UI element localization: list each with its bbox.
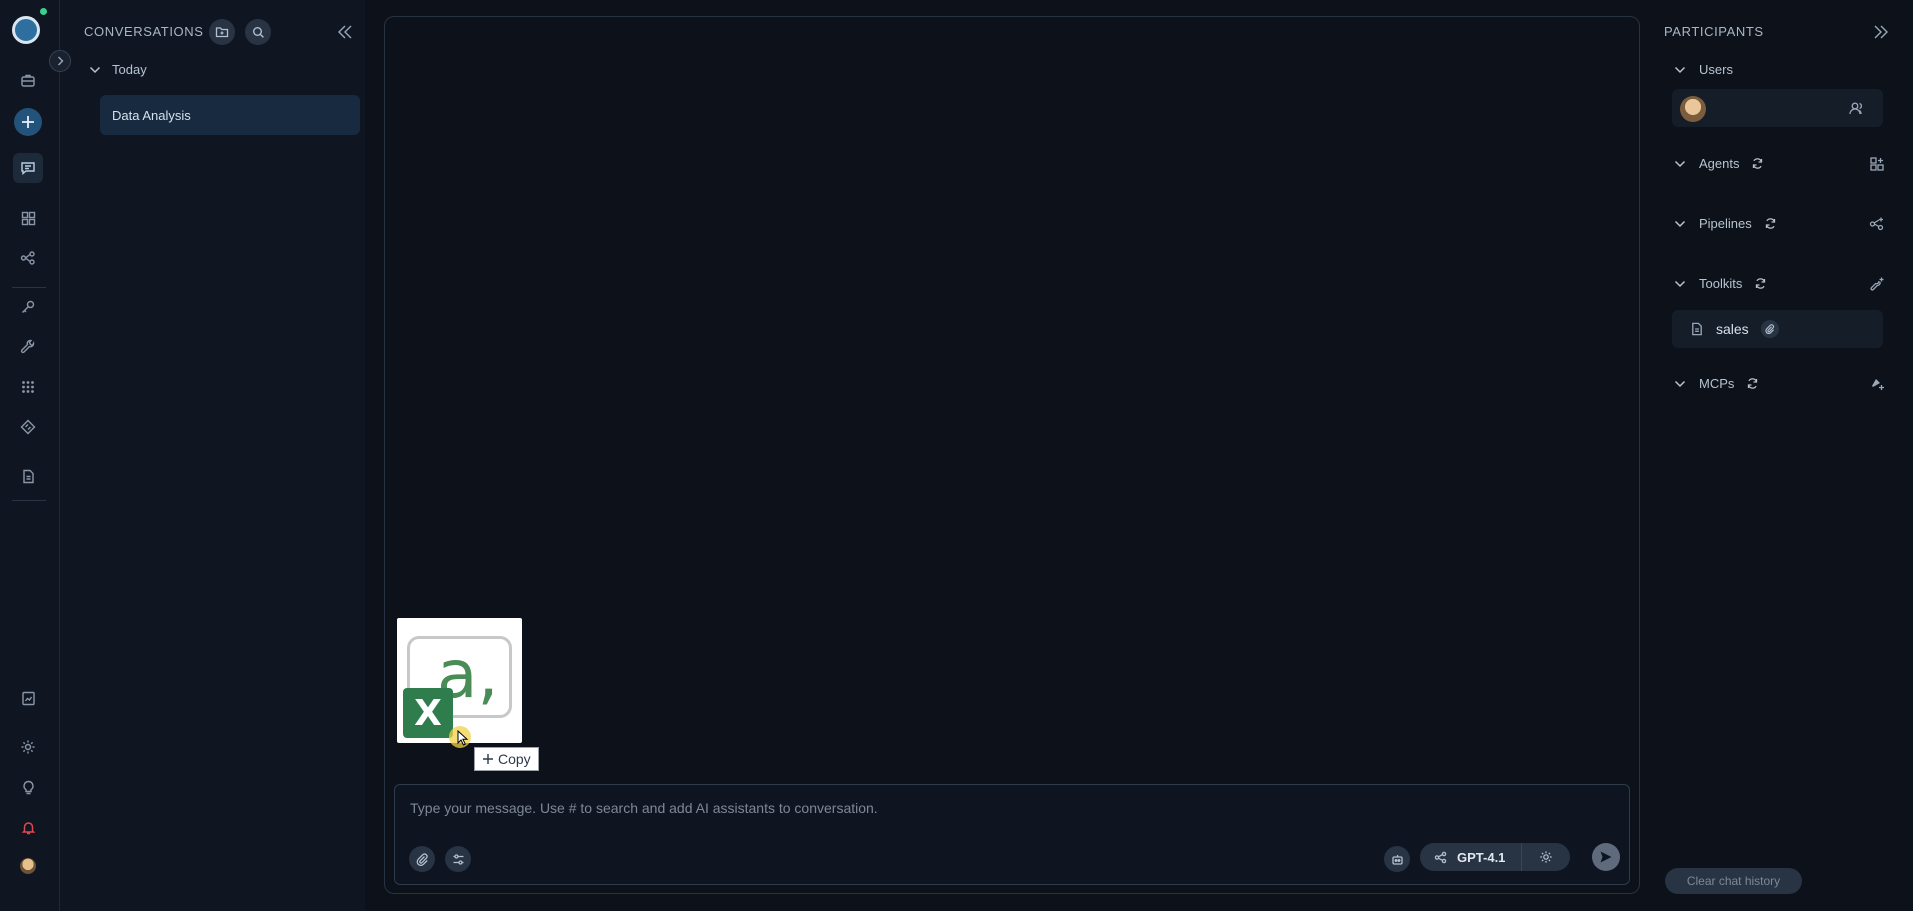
conversations-panel: CONVERSATIONS Today Data Analysis xyxy=(60,0,365,911)
expand-rail-button[interactable] xyxy=(49,50,71,72)
toolkit-attachment-icon[interactable] xyxy=(1760,320,1779,338)
search-icon xyxy=(252,26,264,38)
conversation-group-today[interactable]: Today xyxy=(88,62,147,77)
section-users[interactable]: Users xyxy=(1673,62,1733,77)
participants-panel: PARTICIPANTS Users Agents Pipelines Tool… xyxy=(1655,0,1913,911)
plus-icon xyxy=(483,754,493,764)
chevron-down-icon xyxy=(1674,220,1686,227)
refresh-icon xyxy=(1753,158,1763,169)
robot-icon xyxy=(1391,854,1403,865)
toolkit-label: sales xyxy=(1716,321,1749,337)
collapse-panel-button[interactable] xyxy=(335,22,355,42)
new-folder-button[interactable] xyxy=(209,19,235,45)
toolkit-item[interactable]: sales xyxy=(1672,310,1883,348)
report-icon[interactable] xyxy=(13,683,43,713)
participants-title: PARTICIPANTS xyxy=(1664,24,1764,39)
mouse-cursor-icon xyxy=(457,730,469,746)
add-mcp-icon[interactable] xyxy=(1869,376,1887,394)
rail-divider xyxy=(12,500,46,501)
icon-rail xyxy=(0,0,60,911)
section-label: MCPs xyxy=(1699,376,1735,391)
chevron-down-icon xyxy=(1674,380,1686,387)
section-label: Toolkits xyxy=(1699,276,1743,291)
refresh-icon xyxy=(1765,218,1775,229)
new-conversation-plus-icon[interactable] xyxy=(14,108,42,136)
add-pipeline-icon[interactable] xyxy=(1869,216,1887,234)
assistant-button[interactable] xyxy=(1384,846,1410,872)
refresh-icon xyxy=(1756,278,1766,289)
send-button[interactable] xyxy=(1592,843,1620,871)
chat-icon[interactable] xyxy=(13,153,43,183)
attachment-thumbnail[interactable]: a, X xyxy=(397,618,522,748)
gear-icon xyxy=(1540,851,1552,863)
lightbulb-icon[interactable] xyxy=(13,772,43,802)
bell-icon[interactable] xyxy=(13,812,43,842)
chevron-down-icon xyxy=(1674,66,1686,73)
copy-tooltip: Copy xyxy=(474,747,539,771)
conversations-title: CONVERSATIONS xyxy=(84,24,204,39)
document-icon xyxy=(1692,322,1702,336)
section-toolkits[interactable]: Toolkits xyxy=(1673,276,1767,291)
section-agents[interactable]: Agents xyxy=(1673,156,1764,171)
conversation-item[interactable]: Data Analysis xyxy=(100,95,360,135)
briefcase-icon[interactable] xyxy=(13,65,43,95)
folder-plus-icon xyxy=(215,27,229,38)
rail-divider xyxy=(12,287,46,288)
section-pipelines[interactable]: Pipelines xyxy=(1673,216,1777,231)
grid-icon[interactable] xyxy=(13,203,43,233)
share-nodes-icon xyxy=(1434,851,1447,863)
document-icon[interactable] xyxy=(13,461,43,491)
settings-icon[interactable] xyxy=(13,732,43,762)
chevron-down-icon xyxy=(89,66,101,73)
pipeline-icon[interactable] xyxy=(13,243,43,273)
ticket-icon[interactable] xyxy=(13,412,43,442)
conversation-label: Data Analysis xyxy=(112,107,191,123)
section-mcps[interactable]: MCPs xyxy=(1673,376,1759,391)
options-button[interactable] xyxy=(445,846,471,872)
section-label: Users xyxy=(1699,62,1733,77)
chevron-down-icon xyxy=(1674,160,1686,167)
user-item[interactable] xyxy=(1672,89,1883,127)
add-agent-icon[interactable] xyxy=(1869,156,1887,174)
apps-icon[interactable] xyxy=(13,372,43,402)
message-input[interactable] xyxy=(410,797,1410,819)
excel-badge-icon: X xyxy=(403,688,453,738)
online-status-dot xyxy=(40,8,47,15)
send-icon xyxy=(1600,851,1612,863)
paperclip-icon xyxy=(416,852,428,866)
model-settings-button[interactable] xyxy=(1522,850,1570,864)
add-toolkit-icon[interactable] xyxy=(1869,276,1887,294)
avatar[interactable] xyxy=(20,858,36,874)
sliders-icon xyxy=(453,853,463,865)
group-label: Today xyxy=(112,62,147,77)
logo-icon[interactable] xyxy=(12,16,40,44)
model-select-button[interactable]: GPT-4.1 xyxy=(1420,843,1522,871)
copy-tooltip-label: Copy xyxy=(498,751,531,767)
attach-file-button[interactable] xyxy=(409,846,435,872)
refresh-icon xyxy=(1748,378,1758,389)
chevron-down-icon xyxy=(1674,280,1686,287)
users-group-icon[interactable] xyxy=(1848,99,1866,117)
key-icon[interactable] xyxy=(13,292,43,322)
message-composer: GPT-4.1 xyxy=(394,784,1630,885)
clear-chat-history-button[interactable]: Clear chat history xyxy=(1665,868,1802,894)
wrench-icon[interactable] xyxy=(13,332,43,362)
search-conversations-button[interactable] xyxy=(245,19,271,45)
double-chevron-right-icon xyxy=(1874,25,1888,39)
model-selector: GPT-4.1 xyxy=(1420,843,1570,871)
avatar xyxy=(1680,96,1706,122)
section-label: Pipelines xyxy=(1699,216,1752,231)
section-label: Agents xyxy=(1699,156,1740,171)
chat-area: a, X Copy GPT-4.1 xyxy=(384,16,1640,894)
double-chevron-left-icon xyxy=(338,25,352,39)
model-label: GPT-4.1 xyxy=(1457,849,1506,865)
collapse-participants-button[interactable] xyxy=(1871,22,1891,42)
